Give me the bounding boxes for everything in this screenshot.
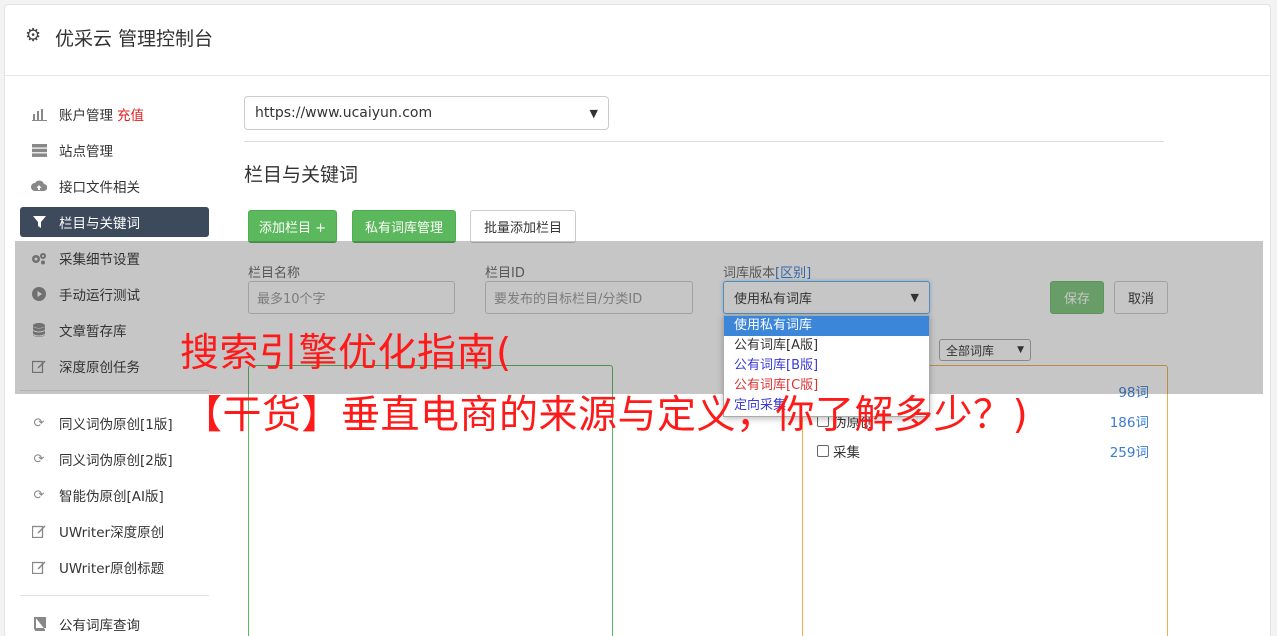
chevron-down-icon: ▼ <box>1017 345 1024 355</box>
gears-icon <box>31 250 47 266</box>
sidebar-item-columns-keywords[interactable]: 栏目与关键词 <box>20 207 209 237</box>
sidebar-item-label: 同义词伪原创[1版] <box>59 417 173 433</box>
sidebar-item-label: 深度原创任务 <box>59 360 140 376</box>
column-name-label: 栏目名称 <box>248 266 301 281</box>
lib-count: 98词 <box>1118 385 1149 401</box>
sidebar-item-label: 接口文件相关 <box>59 180 140 196</box>
page-header: ⚙ 优采云 管理控制台 <box>5 5 1270 76</box>
chevron-down-icon: ▼ <box>910 291 919 304</box>
lib-filter-value: 全部词库 <box>946 343 995 358</box>
lib-version-option[interactable]: 公有词库[B版] <box>724 356 929 376</box>
watermark-line-1: 搜索引擎优化指南( <box>180 331 512 376</box>
sidebar-item-label: 手动运行测试 <box>59 288 140 304</box>
database-icon <box>31 322 47 338</box>
site-select-value: https://www.ucaiyun.com <box>255 105 433 121</box>
chevron-down-icon: ▼ <box>589 106 598 120</box>
sidebar-item-label: 栏目与关键词 <box>59 216 140 232</box>
lib-filter-select[interactable]: 全部词库 ▼ <box>939 339 1031 361</box>
refresh-icon: ⟳ <box>33 415 45 431</box>
book-icon <box>31 616 47 632</box>
sidebar-item-public-lib-query[interactable]: 公有词库查询 <box>20 609 209 636</box>
lib-version-label-text: 词库版本 <box>723 266 776 281</box>
site-select[interactable]: https://www.ucaiyun.com ▼ <box>244 96 609 130</box>
sidebar-item-label: 同义词伪原创[2版] <box>59 453 173 469</box>
sidebar-item-label: 站点管理 <box>59 144 113 160</box>
edit-icon <box>31 523 47 539</box>
sidebar-item-collect-settings[interactable]: 采集细节设置 <box>20 243 209 273</box>
sidebar-item-sites[interactable]: 站点管理 <box>20 135 209 165</box>
column-id-input[interactable]: 要发布的目标栏目/分类ID <box>485 281 693 314</box>
sidebar-item-uwriter-title[interactable]: UWriter原创标题 <box>20 552 209 582</box>
play-icon <box>31 286 47 302</box>
cloud-upload-icon <box>31 178 47 194</box>
server-icon <box>31 142 47 158</box>
sidebar-item-account[interactable]: 账户管理 充值 <box>20 99 209 129</box>
recharge-link[interactable]: 充值 <box>117 104 144 124</box>
bar-chart-icon <box>31 106 47 122</box>
refresh-icon: ⟳ <box>33 487 45 503</box>
sidebar-divider <box>20 390 209 391</box>
checkbox[interactable] <box>817 445 829 457</box>
sidebar-item-label: UWriter深度原创 <box>59 525 165 541</box>
section-title: 栏目与关键词 <box>244 164 359 186</box>
sidebar-divider <box>20 595 209 596</box>
sidebar-item-label: 公有词库查询 <box>59 618 140 634</box>
lib-row-label: 采集 <box>817 441 860 461</box>
divider <box>244 141 1164 142</box>
private-lib-button[interactable]: 私有词库管理 <box>352 210 456 243</box>
lib-version-option[interactable]: 公有词库[A版] <box>724 336 929 356</box>
lib-version-select[interactable]: 使用私有词库 ▼ <box>723 281 930 314</box>
column-id-label: 栏目ID <box>485 266 525 281</box>
save-button[interactable]: 保存 <box>1050 281 1104 314</box>
lib-version-label: 词库版本[区别] <box>723 262 811 281</box>
refresh-icon: ⟳ <box>33 451 45 467</box>
sidebar-item-ai-rewrite[interactable]: ⟳ 智能伪原创[AI版] <box>20 480 209 510</box>
sidebar-item-label: 文章暂存库 <box>59 324 127 340</box>
gear-icon: ⚙ <box>25 25 42 46</box>
lib-count: 259词 <box>1109 445 1149 461</box>
filter-icon <box>31 214 47 230</box>
add-column-button[interactable]: 添加栏目 + <box>248 210 337 243</box>
sidebar-item-api-files[interactable]: 接口文件相关 <box>20 171 209 201</box>
lib-row[interactable]: 采集 259词 <box>817 441 1149 461</box>
page-title: 优采云 管理控制台 <box>55 28 214 50</box>
sidebar-item-label: UWriter原创标题 <box>59 561 165 577</box>
lib-version-value: 使用私有词库 <box>734 292 813 307</box>
sidebar-item-uwriter-deep[interactable]: UWriter深度原创 <box>20 516 209 546</box>
sidebar-item-synonym-v1[interactable]: ⟳ 同义词伪原创[1版] <box>20 408 209 438</box>
diff-link[interactable]: [区别] <box>775 266 811 281</box>
cancel-button[interactable]: 取消 <box>1114 281 1168 314</box>
sidebar-item-synonym-v2[interactable]: ⟳ 同义词伪原创[2版] <box>20 444 209 474</box>
column-name-input[interactable]: 最多10个字 <box>248 281 455 314</box>
sidebar-item-label: 账户管理 <box>59 108 113 124</box>
edit-icon <box>31 358 47 374</box>
watermark-line-2: 【干货】垂直电商的来源与定义，你了解多少？) <box>183 393 1029 438</box>
batch-add-button[interactable]: 批量添加栏目 <box>470 210 576 243</box>
lib-version-option[interactable]: 使用私有词库 <box>724 316 929 336</box>
sidebar-item-manual-run[interactable]: 手动运行测试 <box>20 279 209 309</box>
sidebar-item-label: 智能伪原创[AI版] <box>59 489 164 505</box>
lib-count: 186词 <box>1109 415 1149 431</box>
edit-icon <box>31 559 47 575</box>
sidebar-item-label: 采集细节设置 <box>59 252 140 268</box>
